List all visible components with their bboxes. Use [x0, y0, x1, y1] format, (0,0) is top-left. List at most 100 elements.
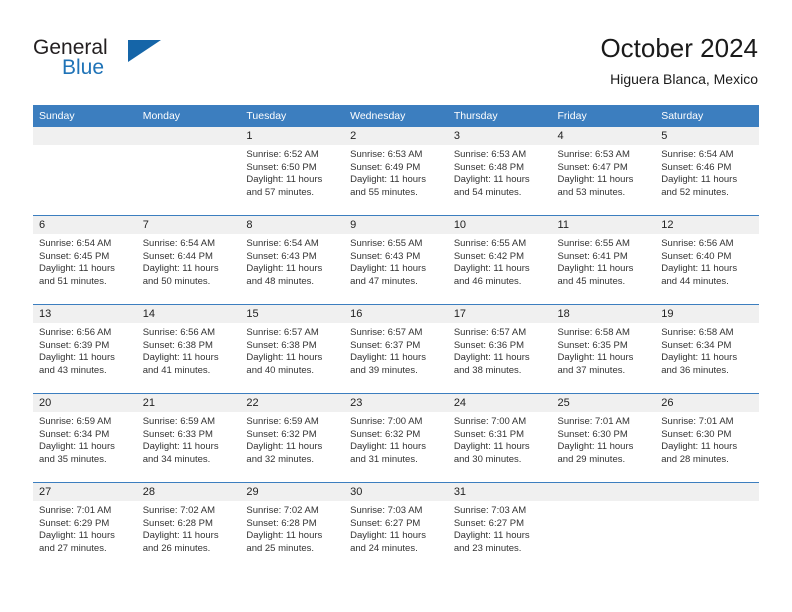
- day-number: [33, 127, 137, 145]
- daylight-text-line2: and 26 minutes.: [142, 542, 211, 554]
- calendar-day-cell[interactable]: 23 Sunrise: 7:00 AM Sunset: 6:32 PM Dayligh…: [344, 393, 448, 483]
- sunrise-text: Sunrise: 6:53 AM: [350, 149, 423, 160]
- sunset-text: Sunset: 6:39 PM: [39, 339, 110, 351]
- calendar-day-cell[interactable]: 6 Sunrise: 6:54 AM Sunset: 6:45 PM Daylight…: [33, 215, 137, 305]
- calendar-week-row: 13 Sunrise: 6:56 AM Sunset: 6:39 PM Dayligh…: [33, 304, 759, 394]
- day-cell-inner: 22 Sunrise: 6:59 AM Sunset: 6:32 PM Dayligh…: [240, 394, 345, 482]
- day-cell-inner: [551, 483, 656, 571]
- day-cell-inner: 9 Sunrise: 6:55 AM Sunset: 6:43 PM Daylight…: [344, 216, 448, 304]
- sunrise-text: Sunrise: 6:56 AM: [39, 327, 112, 338]
- calendar-day-cell[interactable]: 4 Sunrise: 6:53 AM Sunset: 6:47 PM Daylight…: [551, 127, 656, 216]
- calendar-day-cell[interactable]: 26 Sunrise: 7:01 AM Sunset: 6:30 PM Dayligh…: [655, 393, 759, 483]
- daylight-text-line1: Daylight: 11 hours: [557, 174, 634, 186]
- day-details: Sunrise: 7:03 AM Sunset: 6:27 PM Daylight:…: [344, 501, 448, 555]
- day-number: 5: [655, 127, 759, 145]
- sunset-text: Sunset: 6:47 PM: [557, 161, 628, 173]
- day-details: Sunrise: 6:56 AM Sunset: 6:38 PM Daylight:…: [137, 323, 241, 377]
- sunset-text: Sunset: 6:44 PM: [142, 250, 213, 262]
- day-cell-inner: 28 Sunrise: 7:02 AM Sunset: 6:28 PM Dayligh…: [136, 483, 241, 571]
- sunset-text: Sunset: 6:43 PM: [246, 250, 317, 262]
- daylight-text-line2: and 46 minutes.: [453, 275, 522, 287]
- day-cell-inner: [33, 127, 137, 215]
- daylight-text-line1: Daylight: 11 hours: [350, 441, 426, 453]
- calendar-day-cell[interactable]: 11 Sunrise: 6:55 AM Sunset: 6:41 PM Dayligh…: [551, 215, 656, 305]
- sunset-text: Sunset: 6:30 PM: [557, 428, 628, 440]
- daylight-text-line1: Daylight: 11 hours: [142, 352, 219, 364]
- sunset-text: Sunset: 6:27 PM: [453, 517, 525, 529]
- sunset-text: Sunset: 6:50 PM: [246, 161, 317, 173]
- day-details: Sunrise: 7:00 AM Sunset: 6:32 PM Daylight:…: [344, 412, 448, 466]
- daylight-text-line1: Daylight: 11 hours: [661, 441, 738, 453]
- day-number: 28: [136, 483, 241, 501]
- day-cell-inner: 11 Sunrise: 6:55 AM Sunset: 6:41 PM Dayligh…: [551, 216, 656, 304]
- calendar-day-cell[interactable]: 8 Sunrise: 6:54 AM Sunset: 6:43 PM Daylight…: [240, 215, 345, 305]
- day-number: 1: [240, 127, 345, 145]
- page-title: October 2024: [600, 33, 758, 63]
- calendar-day-cell[interactable]: 10 Sunrise: 6:55 AM Sunset: 6:42 PM Dayligh…: [447, 215, 552, 305]
- day-cell-inner: 19 Sunrise: 6:58 AM Sunset: 6:34 PM Dayligh…: [655, 305, 759, 393]
- calendar-day-cell[interactable]: 17 Sunrise: 6:57 AM Sunset: 6:36 PM Dayligh…: [447, 304, 552, 394]
- calendar-day-cell[interactable]: 24 Sunrise: 7:00 AM Sunset: 6:31 PM Dayligh…: [447, 393, 552, 483]
- calendar-body: 1 Sunrise: 6:52 AM Sunset: 6:50 PM Daylight…: [33, 127, 759, 571]
- calendar-day-cell[interactable]: 9 Sunrise: 6:55 AM Sunset: 6:43 PM Daylight…: [344, 215, 448, 305]
- calendar-day-cell[interactable]: 5 Sunrise: 6:54 AM Sunset: 6:46 PM Daylight…: [655, 127, 759, 216]
- daylight-text-line1: Daylight: 11 hours: [39, 441, 115, 453]
- sunset-text: Sunset: 6:43 PM: [350, 250, 421, 262]
- daylight-text-line1: Daylight: 11 hours: [246, 263, 323, 275]
- sunset-text: Sunset: 6:33 PM: [142, 428, 213, 440]
- daylight-text-line2: and 24 minutes.: [350, 542, 418, 554]
- calendar-day-cell[interactable]: 20 Sunrise: 6:59 AM Sunset: 6:34 PM Dayligh…: [33, 393, 137, 483]
- calendar-day-cell[interactable]: 31 Sunrise: 7:03 AM Sunset: 6:27 PM Dayligh…: [447, 482, 552, 571]
- calendar-day-cell[interactable]: 1 Sunrise: 6:52 AM Sunset: 6:50 PM Daylight…: [240, 127, 345, 216]
- calendar-week-row: 1 Sunrise: 6:52 AM Sunset: 6:50 PM Daylight…: [33, 127, 759, 216]
- calendar-day-cell[interactable]: 3 Sunrise: 6:53 AM Sunset: 6:48 PM Daylight…: [447, 127, 552, 216]
- calendar-day-cell[interactable]: 29 Sunrise: 7:02 AM Sunset: 6:28 PM Dayligh…: [240, 482, 345, 571]
- title-block: October 2024 Higuera Blanca, Mexico: [600, 33, 758, 88]
- calendar-day-cell[interactable]: 19 Sunrise: 6:58 AM Sunset: 6:34 PM Dayligh…: [655, 304, 759, 394]
- day-cell-inner: 5 Sunrise: 6:54 AM Sunset: 6:46 PM Daylight…: [655, 127, 759, 215]
- day-details: Sunrise: 6:59 AM Sunset: 6:33 PM Daylight:…: [137, 412, 241, 466]
- calendar-day-cell[interactable]: 7 Sunrise: 6:54 AM Sunset: 6:44 PM Daylight…: [136, 215, 241, 305]
- calendar-day-cell[interactable]: 18 Sunrise: 6:58 AM Sunset: 6:35 PM Dayligh…: [551, 304, 656, 394]
- calendar-day-cell[interactable]: 12 Sunrise: 6:56 AM Sunset: 6:40 PM Dayligh…: [655, 215, 759, 305]
- calendar-day-cell[interactable]: 15 Sunrise: 6:57 AM Sunset: 6:38 PM Dayligh…: [240, 304, 345, 394]
- day-details: Sunrise: 7:01 AM Sunset: 6:30 PM Daylight:…: [655, 412, 759, 466]
- daylight-text-line1: Daylight: 11 hours: [142, 530, 219, 542]
- sunrise-text: Sunrise: 7:01 AM: [39, 505, 112, 516]
- calendar-day-cell[interactable]: 14 Sunrise: 6:56 AM Sunset: 6:38 PM Dayligh…: [136, 304, 241, 394]
- logo-text-blue: Blue: [62, 56, 105, 79]
- calendar-day-cell[interactable]: 21 Sunrise: 6:59 AM Sunset: 6:33 PM Dayligh…: [136, 393, 241, 483]
- day-details: Sunrise: 7:01 AM Sunset: 6:29 PM Daylight:…: [33, 501, 137, 555]
- sunset-text: Sunset: 6:34 PM: [661, 339, 732, 351]
- sunset-text: Sunset: 6:35 PM: [557, 339, 628, 351]
- calendar-cell-empty: [136, 127, 241, 216]
- calendar-day-cell[interactable]: 30 Sunrise: 7:03 AM Sunset: 6:27 PM Dayligh…: [344, 482, 448, 571]
- day-details: Sunrise: 7:03 AM Sunset: 6:27 PM Daylight:…: [448, 501, 552, 555]
- day-details: Sunrise: 6:57 AM Sunset: 6:38 PM Daylight:…: [240, 323, 344, 377]
- sunrise-text: Sunrise: 6:52 AM: [246, 149, 319, 160]
- day-details: Sunrise: 6:55 AM Sunset: 6:41 PM Daylight:…: [552, 234, 656, 288]
- daylight-text-line2: and 39 minutes.: [350, 364, 418, 376]
- day-number: 23: [344, 394, 448, 412]
- daylight-text-line2: and 35 minutes.: [39, 453, 107, 465]
- day-cell-inner: [136, 127, 241, 215]
- day-number: 26: [655, 394, 759, 412]
- sunrise-text: Sunrise: 7:01 AM: [661, 416, 734, 427]
- day-details: Sunrise: 7:01 AM Sunset: 6:30 PM Daylight:…: [552, 412, 656, 466]
- calendar-grid: Sunday Monday Tuesday Wednesday Thursday Frid…: [33, 105, 759, 571]
- calendar-day-cell[interactable]: 27 Sunrise: 7:01 AM Sunset: 6:29 PM Dayligh…: [33, 482, 137, 571]
- day-cell-inner: 18 Sunrise: 6:58 AM Sunset: 6:35 PM Dayligh…: [551, 305, 656, 393]
- calendar-day-cell[interactable]: 2 Sunrise: 6:53 AM Sunset: 6:49 PM Daylight…: [344, 127, 448, 216]
- day-details: Sunrise: 6:54 AM Sunset: 6:46 PM Daylight:…: [655, 145, 759, 199]
- sunrise-text: Sunrise: 6:54 AM: [661, 149, 734, 160]
- sunrise-text: Sunrise: 6:56 AM: [661, 238, 734, 249]
- general-blue-logo[interactable]: General Blue: [33, 36, 213, 92]
- calendar-day-cell[interactable]: 13 Sunrise: 6:56 AM Sunset: 6:39 PM Dayligh…: [33, 304, 137, 394]
- daylight-text-line2: and 43 minutes.: [39, 364, 107, 376]
- calendar-day-cell[interactable]: 25 Sunrise: 7:01 AM Sunset: 6:30 PM Dayligh…: [551, 393, 656, 483]
- calendar-day-cell[interactable]: 22 Sunrise: 6:59 AM Sunset: 6:32 PM Dayligh…: [240, 393, 345, 483]
- calendar-day-cell[interactable]: 28 Sunrise: 7:02 AM Sunset: 6:28 PM Dayligh…: [136, 482, 241, 571]
- calendar-day-cell[interactable]: 16 Sunrise: 6:57 AM Sunset: 6:37 PM Dayligh…: [344, 304, 448, 394]
- day-number: 25: [551, 394, 656, 412]
- day-details: Sunrise: 6:53 AM Sunset: 6:48 PM Daylight:…: [448, 145, 552, 199]
